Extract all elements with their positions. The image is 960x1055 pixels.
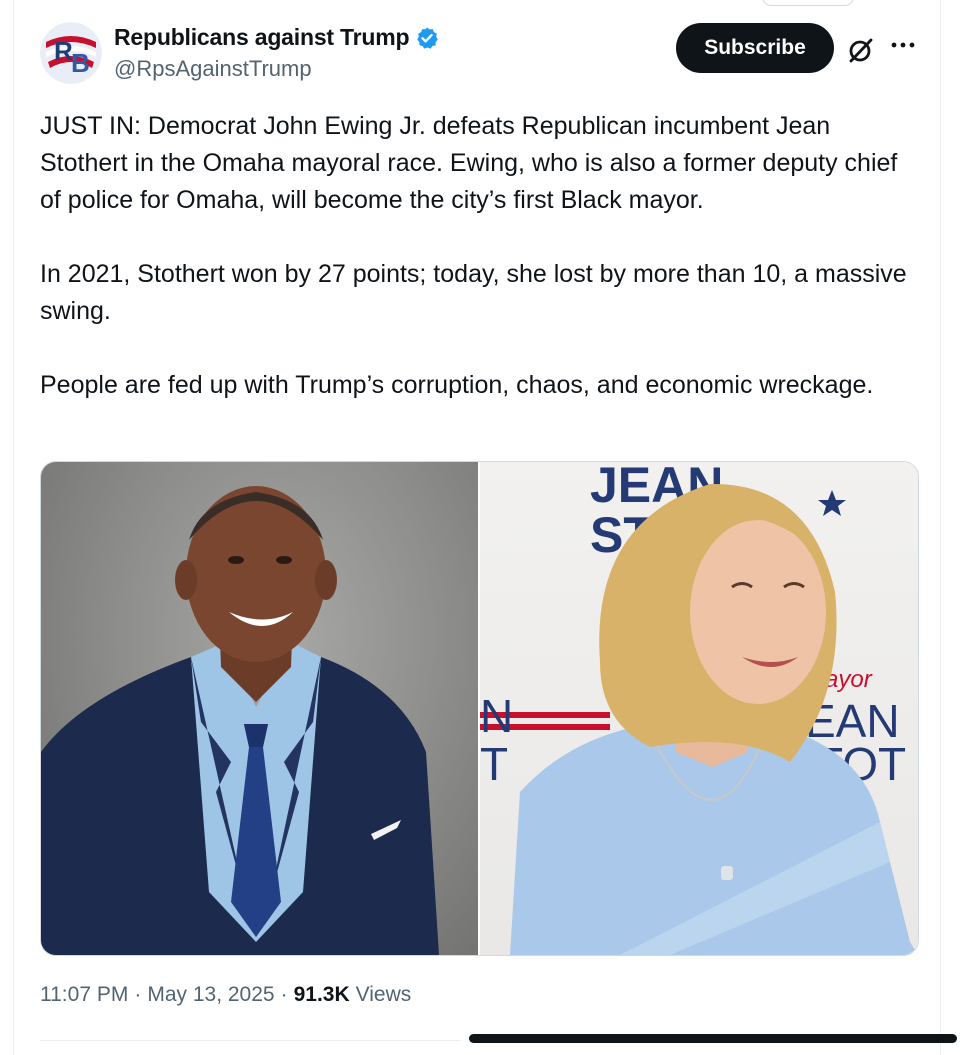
frame-line-right <box>940 0 941 1055</box>
tweet-meta: 11:07 PM · May 13, 2025 · 91.3K Views <box>40 983 411 1007</box>
tweet-paragraph-1: JUST IN: Democrat John Ewing Jr. defeats… <box>40 112 898 214</box>
views-label: Views <box>355 983 412 1006</box>
views-count: 91.3K <box>293 983 350 1006</box>
subscribe-button[interactable]: Subscribe <box>676 23 834 73</box>
meta-separator-1: · <box>134 983 142 1006</box>
bottom-divider <box>40 1040 460 1041</box>
more-options-icon[interactable] <box>889 34 919 56</box>
tweet-paragraph-3: People are fed up with Trump’s corruptio… <box>40 371 874 399</box>
portrait-woman-illustration: JEAN STOT ayor EAN TOT N T <box>480 462 918 955</box>
author-name-row: Republicans against Trump <box>114 24 439 51</box>
grok-icon[interactable] <box>846 35 876 65</box>
home-indicator[interactable] <box>469 1034 957 1043</box>
svg-text:T: T <box>480 738 508 790</box>
frame-line-left <box>13 0 14 1055</box>
tweet-date[interactable]: May 13, 2025 <box>147 983 274 1007</box>
svg-text:B: B <box>71 48 90 78</box>
display-name[interactable]: Republicans against Trump <box>114 24 410 51</box>
tweet-media[interactable]: JEAN STOT ayor EAN TOT N T <box>40 461 919 956</box>
handle[interactable]: @RpsAgainstTrump <box>114 56 312 82</box>
avatar-logo: R B <box>40 22 102 84</box>
photo-jean-stothert[interactable]: JEAN STOT ayor EAN TOT N T <box>480 462 918 955</box>
svg-text:N: N <box>480 690 513 742</box>
tweet-paragraph-2: In 2021, Stothert won by 27 points; toda… <box>40 260 907 325</box>
tweet-text: JUST IN: Democrat John Ewing Jr. defeats… <box>40 108 920 441</box>
avatar[interactable]: R B <box>40 22 102 84</box>
tweet-time[interactable]: 11:07 PM <box>40 983 128 1007</box>
verified-badge-icon <box>415 26 439 50</box>
sign-text-mayor: ayor <box>825 666 873 693</box>
top-pill <box>762 0 854 6</box>
meta-separator-2: · <box>280 983 288 1006</box>
photo-john-ewing[interactable] <box>41 462 478 955</box>
portrait-man-illustration <box>41 486 439 955</box>
